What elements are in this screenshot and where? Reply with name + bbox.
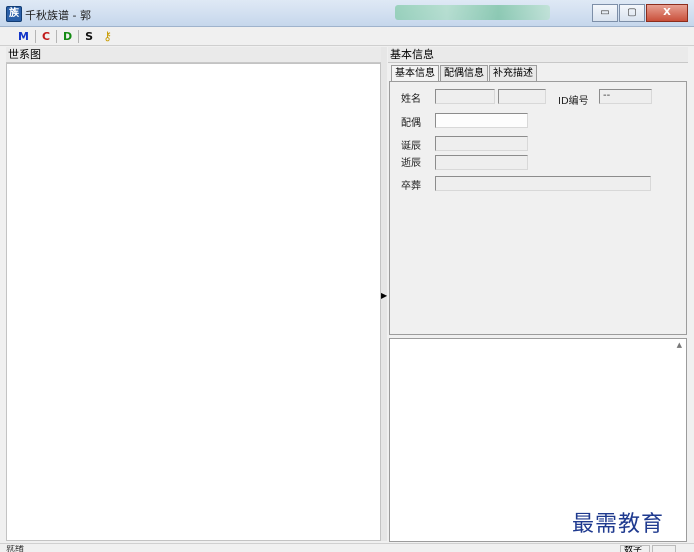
maximize-button[interactable]: ▢ [619,4,645,22]
tab-spouse-info[interactable]: 配偶信息 [440,65,488,81]
title-blur-decoration [395,5,550,20]
name-label: 姓名 [401,94,421,105]
birth-label: 诞辰 [401,141,421,152]
toolbar: M C D S ⚷ [0,27,694,46]
basic-info-panel: 姓名 ID编号 -- 配偶 诞辰 逝辰 卒葬 [389,81,687,335]
info-tabs: 基本信息 配偶信息 补充描述 [391,65,538,81]
window-title: 千秋族谱 - 郭 [25,9,91,22]
status-text: 就绪 [6,545,25,552]
pane-splitter[interactable]: ▶ [381,47,387,541]
watermark-text: 最需教育 [572,512,665,537]
family-tree-canvas[interactable] [6,63,381,541]
app-icon: 族 [6,6,22,22]
toolbar-m-button[interactable]: M [12,28,35,45]
title-bar: 族 千秋族谱 - 郭 ▭ ▢ X [0,0,694,27]
id-field[interactable]: -- [599,89,652,104]
toolbar-c-button[interactable]: C [36,28,56,45]
minimize-button[interactable]: ▭ [592,4,618,22]
birth-field[interactable] [435,136,528,151]
death-label: 逝辰 [401,158,421,169]
window-controls: ▭ ▢ X [592,4,688,22]
given-name-field[interactable] [498,89,546,104]
tab-supplementary[interactable]: 补充描述 [489,65,537,81]
surname-field[interactable] [435,89,495,104]
scroll-up-icon[interactable]: ▲ [677,341,682,349]
status-cell-empty [652,545,676,552]
toolbar-s-button[interactable]: S [79,28,99,45]
family-tree-header: 世系图 [6,47,381,63]
collapse-arrow-icon[interactable]: ▶ [381,291,387,300]
burial-field[interactable] [435,176,651,191]
key-icon[interactable]: ⚷ [99,29,116,43]
spouse-label: 配偶 [401,118,421,129]
basic-info-header: 基本信息 [388,47,688,63]
burial-label: 卒葬 [401,181,421,192]
status-bar: 就绪 数字 [0,543,694,552]
tab-basic-info[interactable]: 基本信息 [391,65,439,81]
death-field[interactable] [435,155,528,170]
status-numlock: 数字 [620,545,650,552]
toolbar-d-button[interactable]: D [57,28,78,45]
id-label: ID编号 [558,96,589,107]
close-button[interactable]: X [646,4,688,22]
spouse-field[interactable] [435,113,528,128]
